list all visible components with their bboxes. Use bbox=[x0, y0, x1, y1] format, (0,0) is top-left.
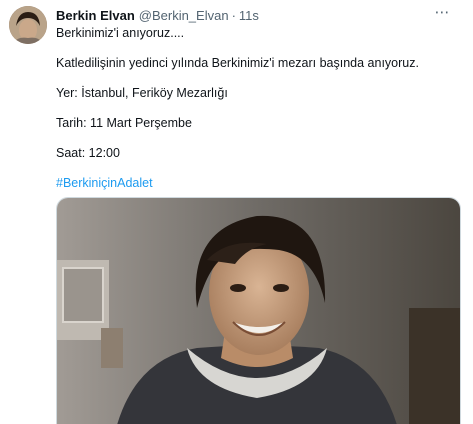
tweet-line-2: Katledilişinin yedinci yılında Berkinimi… bbox=[56, 56, 419, 70]
more-horizontal-icon[interactable]: ⋯ bbox=[433, 4, 451, 22]
tweet[interactable]: Berkin Elvan @Berkin_Elvan · 11s ⋯ Berki… bbox=[0, 0, 473, 424]
tweet-line-5: Saat: 12:00 bbox=[56, 146, 120, 160]
avatar[interactable] bbox=[9, 6, 47, 44]
photo-image bbox=[57, 198, 460, 424]
tweet-line-3: Yer: İstanbul, Feriköy Mezarlığı bbox=[56, 86, 228, 100]
tweet-line-4: Tarih: 11 Mart Perşembe bbox=[56, 116, 192, 130]
tweet-line-1: Berkinimiz'i anıyoruz.... bbox=[56, 26, 185, 40]
tweet-header: Berkin Elvan @Berkin_Elvan · 11s bbox=[56, 6, 259, 24]
hashtag-link[interactable]: #BerkiniçinAdalet bbox=[56, 175, 153, 192]
separator-dot: · bbox=[231, 7, 236, 23]
timestamp[interactable]: 11s bbox=[239, 8, 259, 23]
author-name[interactable]: Berkin Elvan bbox=[56, 8, 135, 23]
tweet-media-photo[interactable] bbox=[56, 197, 461, 424]
avatar-photo bbox=[9, 6, 47, 44]
author-handle[interactable]: @Berkin_Elvan bbox=[139, 8, 229, 23]
